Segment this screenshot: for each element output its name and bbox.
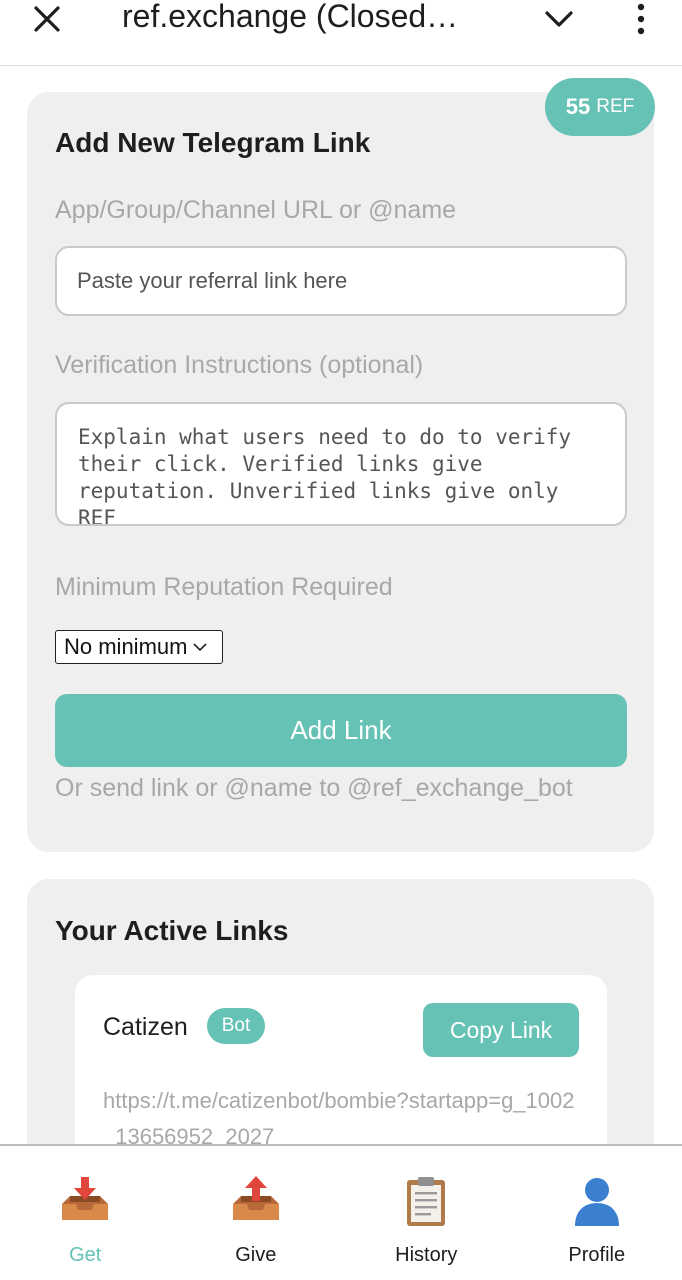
nav-label-profile: Profile — [568, 1244, 626, 1266]
more-options-icon[interactable] — [626, 2, 656, 36]
reputation-label: Minimum Reputation Required — [55, 573, 393, 601]
chevron-down-icon — [193, 643, 208, 652]
reputation-selected-value: No minimum — [64, 634, 188, 659]
link-url: https://t.me/catizenbot/bombie?startapp=… — [103, 1088, 575, 1144]
nav-item-profile[interactable]: Profile — [512, 1146, 682, 1280]
referral-link-placeholder: Paste your referral link here — [77, 268, 348, 293]
main-content[interactable]: Add New Telegram Link App/Group/Channel … — [0, 67, 682, 1144]
ref-balance-amount: 55 — [565, 94, 591, 119]
chevron-down-icon[interactable] — [542, 6, 576, 32]
ref-balance-badge: 55 REF — [545, 78, 655, 136]
app-title: ref.exchange (Closed… — [122, 0, 459, 34]
nav-label-history: History — [395, 1244, 458, 1266]
referral-link-input[interactable]: Paste your referral link here — [55, 246, 627, 316]
ref-balance-unit: REF — [596, 96, 635, 117]
link-name: Catizen — [103, 1013, 188, 1041]
nav-item-history[interactable]: History — [341, 1146, 512, 1280]
nav-label-give: Give — [235, 1244, 277, 1266]
outbox-tray-icon — [232, 1176, 279, 1220]
close-icon[interactable] — [30, 2, 64, 36]
active-links-card: Your Active Links Catizen Bot Copy Link … — [27, 879, 654, 1144]
reputation-select[interactable]: No minimum — [55, 630, 223, 664]
instructions-textarea[interactable]: Explain what users need to do to verify … — [55, 402, 627, 526]
add-link-card: Add New Telegram Link App/Group/Channel … — [27, 92, 654, 852]
instructions-label: Verification Instructions (optional) — [55, 351, 424, 379]
clipboard-icon — [407, 1177, 446, 1226]
nav-item-give[interactable]: Give — [171, 1146, 342, 1280]
user-silhouette-icon — [574, 1178, 619, 1226]
url-label: App/Group/Channel URL or @name — [55, 196, 457, 224]
nav-item-get[interactable]: Get — [0, 1146, 171, 1280]
nav-label-get: Get — [69, 1244, 102, 1266]
active-links-heading: Your Active Links — [55, 915, 289, 946]
add-link-button[interactable]: Add Link — [55, 694, 627, 767]
bot-hint-text: Or send link or @name to @ref_exchange_b… — [55, 774, 573, 802]
link-type-badge: Bot — [207, 1008, 265, 1044]
bottom-navigation: Get Give History Profile — [0, 1144, 682, 1280]
top-bar: ref.exchange (Closed… — [0, 0, 682, 66]
copy-link-button[interactable]: Copy Link — [423, 1003, 579, 1057]
add-link-heading: Add New Telegram Link — [55, 127, 371, 158]
link-item: Catizen Bot Copy Link https://t.me/catiz… — [75, 975, 607, 1144]
inbox-tray-icon — [62, 1177, 109, 1220]
